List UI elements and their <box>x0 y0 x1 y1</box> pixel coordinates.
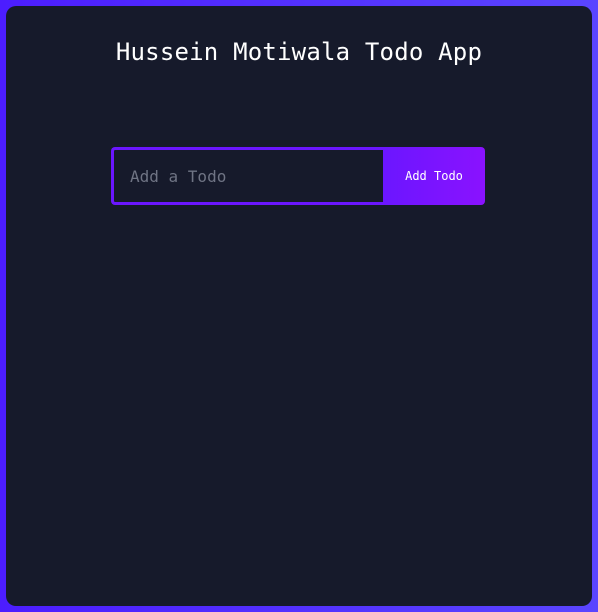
todo-form: Add Todo <box>111 147 485 205</box>
page-background: { "app": { "title": "Hussein Motiwala To… <box>0 0 598 612</box>
todo-input[interactable] <box>111 147 383 205</box>
app-title: Hussein Motiwala Todo App <box>115 38 483 66</box>
app-panel: Hussein Motiwala Todo App Add Todo <box>6 6 592 606</box>
add-todo-button[interactable]: Add Todo <box>383 147 485 205</box>
